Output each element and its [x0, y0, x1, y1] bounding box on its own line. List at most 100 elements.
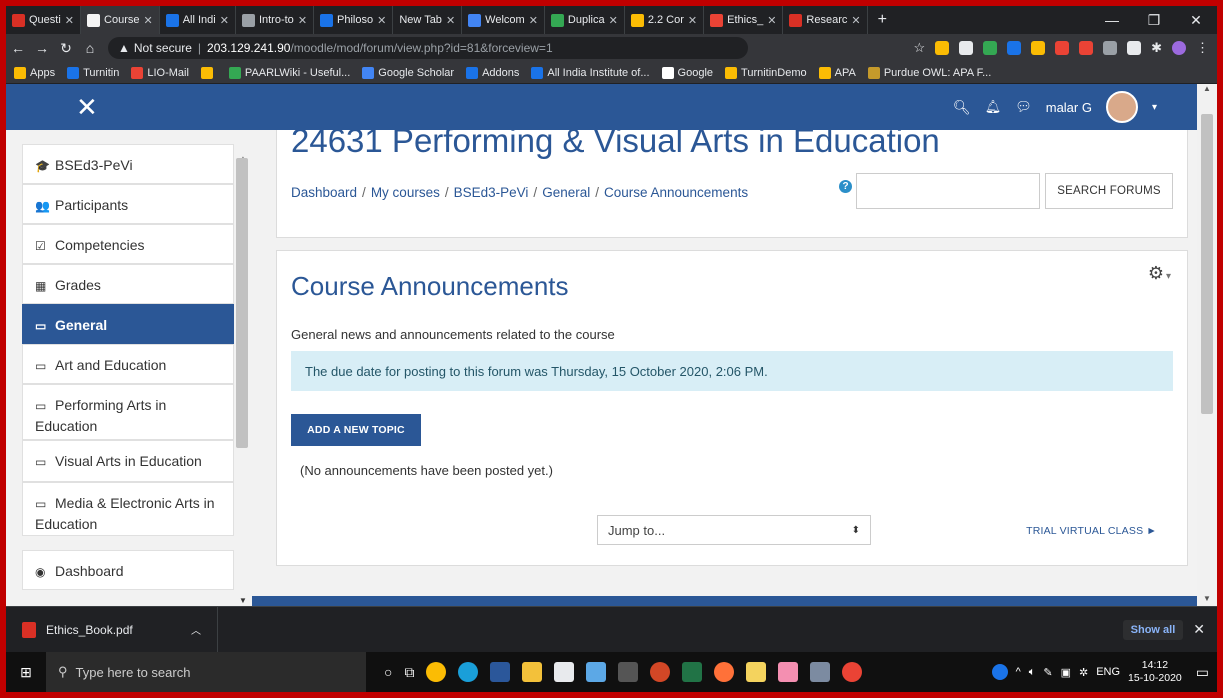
app-icon[interactable] [746, 662, 767, 682]
taskbar-search[interactable]: ⚲ Type here to search [46, 652, 366, 692]
sidebar-item[interactable]: ▭ Visual Arts in Education [22, 440, 234, 482]
page-scrollbar[interactable]: ▲ ▼ [1197, 84, 1217, 606]
breadcrumb-item[interactable]: Dashboard [291, 185, 357, 200]
browser-tab[interactable]: Researc ✕ [783, 6, 868, 34]
bookmark-item[interactable]: Turnitin [67, 66, 119, 79]
bluetooth-icon[interactable]: ✲ [1079, 666, 1088, 679]
restore-icon[interactable]: ❐ [1133, 12, 1175, 29]
browser-tab[interactable]: Duplica ✕ [545, 6, 625, 34]
browser-tab[interactable]: Course ✕ [81, 6, 160, 34]
calculator-icon[interactable] [618, 662, 639, 682]
extension-icon[interactable] [1055, 41, 1070, 55]
sidebar-item[interactable]: 👥 Participants [22, 184, 234, 224]
jump-to-select[interactable]: Jump to... ⬍ [597, 515, 871, 545]
windows-start-icon[interactable]: ⊞ [6, 664, 46, 681]
photos-icon[interactable] [586, 662, 607, 682]
bookmark-star-icon[interactable]: ☆ [913, 40, 925, 56]
tab-close-icon[interactable]: ✕ [298, 14, 307, 27]
user-name[interactable]: malar G [1046, 100, 1092, 115]
browser-tab[interactable]: Intro-to ✕ [236, 6, 315, 34]
mail-icon[interactable] [554, 662, 575, 682]
pen-icon[interactable]: ✎ [1043, 666, 1052, 679]
bookmark-item[interactable]: Purdue OWL: APA F... [867, 66, 991, 79]
browser-tab[interactable]: Questi ✕ [6, 6, 82, 34]
puzzle-icon[interactable]: ✱ [1151, 40, 1162, 56]
search-icon[interactable]: 🔍︎ [953, 99, 971, 116]
tab-close-icon[interactable]: ✕ [609, 14, 618, 27]
bookmark-item[interactable]: APA [818, 66, 856, 79]
forward-icon[interactable]: → [30, 40, 54, 56]
extension-icon[interactable] [935, 41, 950, 55]
extension-icon[interactable] [1007, 41, 1022, 55]
help-icon[interactable] [991, 664, 1008, 680]
excel-icon[interactable] [682, 662, 703, 682]
scroll-down-icon[interactable]: ▼ [1203, 594, 1211, 603]
search-forums-input[interactable] [856, 173, 1040, 209]
tab-close-icon[interactable]: ✕ [377, 14, 386, 27]
profile-icon[interactable] [1172, 41, 1186, 55]
extension-icon[interactable] [1031, 41, 1046, 55]
edge-icon[interactable] [458, 662, 479, 682]
breadcrumb-item[interactable]: Course Announcements [604, 185, 748, 200]
bookmark-item[interactable]: All India Institute of... [531, 66, 650, 79]
download-item[interactable]: Ethics_Book.pdf ︿ [6, 606, 218, 653]
back-icon[interactable]: ← [6, 40, 30, 56]
drawer-scrollbar[interactable] [236, 158, 248, 448]
tab-close-icon[interactable]: ✕ [446, 14, 455, 27]
close-icon[interactable]: ✕ [1193, 621, 1205, 638]
browser-tab[interactable]: All Indi ✕ [160, 6, 236, 34]
tab-close-icon[interactable]: ✕ [220, 14, 229, 27]
browser-tab[interactable]: New Tab ✕ [393, 6, 463, 34]
scroll-thumb[interactable] [1201, 114, 1213, 414]
tab-close-icon[interactable]: ✕ [688, 14, 697, 27]
close-window-icon[interactable]: ✕ [1175, 12, 1217, 29]
add-new-topic-button[interactable]: ADD A NEW TOPIC [291, 414, 421, 446]
bookmark-item[interactable]: Addons [466, 66, 519, 79]
extension-icon[interactable] [1103, 41, 1118, 55]
url-bar[interactable]: ▲ Not secure | 203.129.241.90 /moodle/mo… [108, 37, 748, 59]
bookmark-item[interactable]: Google [661, 66, 713, 79]
word-icon[interactable] [490, 662, 511, 682]
app-icon[interactable] [810, 662, 831, 682]
help-icon[interactable]: ? [839, 180, 852, 193]
avatar[interactable] [1105, 91, 1138, 123]
new-tab-button[interactable]: + [868, 11, 897, 29]
extension-icon[interactable] [1127, 41, 1142, 55]
menu-icon[interactable]: ⋮ [1196, 40, 1209, 56]
tab-close-icon[interactable]: ✕ [767, 14, 776, 27]
cortana-icon[interactable]: ○ [384, 664, 392, 680]
extension-icon[interactable] [1079, 41, 1094, 55]
sidebar-item[interactable]: ☑ Competencies [22, 224, 234, 264]
sidebar-item[interactable]: ▭ Performing Arts in Education [22, 384, 234, 440]
tab-close-icon[interactable]: ✕ [529, 14, 538, 27]
search-forums-button[interactable]: SEARCH FORUMS [1045, 173, 1173, 209]
bookmark-item[interactable] [200, 66, 217, 79]
sidebar-item[interactable]: ▭ General [22, 304, 234, 344]
sidebar-item[interactable]: ▭ Media & Electronic Arts in Education [22, 482, 234, 536]
app-icon[interactable] [842, 662, 863, 682]
sidebar-item[interactable]: ◉ Dashboard [22, 550, 234, 590]
powerpoint-icon[interactable] [650, 662, 671, 682]
close-drawer-icon[interactable]: ✕ [76, 92, 98, 123]
minimize-icon[interactable]: — [1091, 12, 1133, 29]
reload-icon[interactable]: ↻ [54, 40, 78, 57]
next-activity-link[interactable]: TRIAL VIRTUAL CLASS ► [1026, 525, 1157, 537]
browser-tab[interactable]: Ethics_ ✕ [704, 6, 784, 34]
browser-tab[interactable]: Welcom ✕ [462, 6, 545, 34]
chrome-icon[interactable] [426, 662, 447, 682]
gear-icon[interactable]: ⚙ ▾ [1148, 263, 1171, 284]
network-icon[interactable]: ▣ [1061, 666, 1071, 679]
browser-tab[interactable]: 2.2 Cor ✕ [625, 6, 705, 34]
tab-close-icon[interactable]: ✕ [143, 14, 152, 27]
drawer-scroll-down-icon[interactable]: ▼ [239, 596, 247, 605]
chevron-up-icon[interactable]: ^ [1016, 666, 1021, 678]
breadcrumb-item[interactable]: BSEd3-PeVi [454, 185, 529, 200]
language-indicator[interactable]: ENG [1096, 666, 1120, 678]
chevron-down-icon[interactable]: ▾ [1152, 102, 1157, 113]
home-icon[interactable]: ⌂ [78, 40, 102, 56]
firefox-icon[interactable] [714, 662, 735, 682]
notifications-icon[interactable]: ▭ [1196, 664, 1209, 681]
file-explorer-icon[interactable] [522, 662, 543, 682]
breadcrumb-item[interactable]: General [542, 185, 590, 200]
bookmark-item[interactable]: TurnitinDemo [725, 66, 807, 79]
